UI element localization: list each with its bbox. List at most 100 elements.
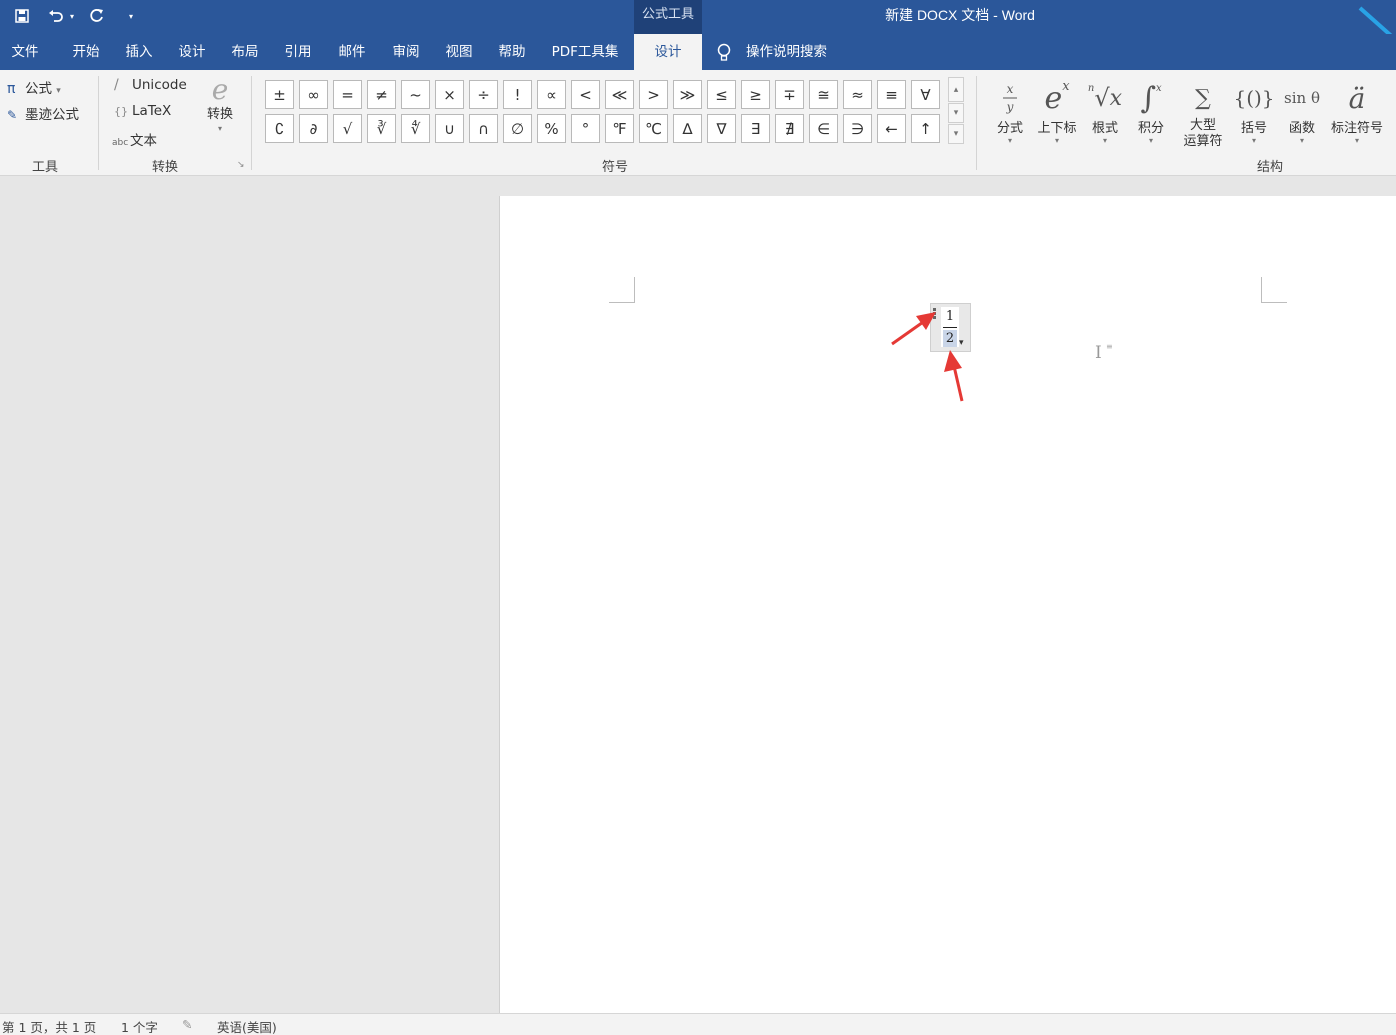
tab-file[interactable]: 文件 — [0, 34, 50, 70]
latex-option[interactable]: {} LaTeX — [114, 103, 171, 119]
tab-help[interactable]: 帮助 — [486, 34, 538, 70]
abc-icon: abc — [112, 138, 129, 148]
symbol-button[interactable]: ∜ — [401, 114, 430, 143]
symbol-button[interactable]: ∁ — [265, 114, 294, 143]
symbol-button[interactable]: ≤ — [707, 80, 736, 109]
convert-icon: e — [211, 73, 229, 106]
function-button[interactable]: sin θ 函数 ▾ — [1277, 76, 1327, 145]
symbol-button[interactable]: ∇ — [707, 114, 736, 143]
symbol-button[interactable]: ↑ — [911, 114, 940, 143]
fraction-label: 分式 — [996, 121, 1023, 136]
fraction-button[interactable]: xy 分式 ▾ — [985, 76, 1035, 145]
dialog-launcher-icon[interactable]: ↘ — [237, 160, 245, 170]
redo-icon[interactable] — [86, 5, 108, 27]
equation-fraction[interactable]: 1 2 — [941, 307, 959, 347]
svg-text:y: y — [1006, 100, 1014, 114]
symbol-button[interactable]: ± — [265, 80, 294, 109]
equation-options-dropdown-icon[interactable]: ▾ — [959, 338, 964, 348]
symbol-button[interactable]: × — [435, 80, 464, 109]
symbols-scroll-down[interactable]: ▾ — [948, 103, 964, 123]
bracket-button[interactable]: {()} 括号 ▾ — [1229, 76, 1279, 145]
symbol-button[interactable]: ∅ — [503, 114, 532, 143]
word-count[interactable]: 1 个字 — [121, 1017, 158, 1035]
symbol-button[interactable]: ∃ — [741, 114, 770, 143]
customize-icon[interactable]: ▾ — [120, 5, 142, 27]
symbol-button[interactable]: ÷ — [469, 80, 498, 109]
chevron-down-icon: ▾ — [1054, 136, 1059, 145]
tab-view[interactable]: 视图 — [433, 34, 485, 70]
convert-label: 转换 — [206, 107, 233, 122]
document-page[interactable]: 1 2 ▾ I ≡ — [499, 196, 1396, 1013]
language-indicator[interactable]: 英语(美国) — [217, 1017, 277, 1035]
symbol-button[interactable]: ℉ — [605, 114, 634, 143]
symbol-button[interactable]: ∂ — [299, 114, 328, 143]
symbol-button[interactable]: ≅ — [809, 80, 838, 109]
symbols-scroll-up[interactable]: ▴ — [948, 77, 964, 102]
tab-references[interactable]: 引用 — [273, 34, 323, 70]
symbol-button[interactable]: ≈ — [843, 80, 872, 109]
symbol-button[interactable]: ∄ — [775, 114, 804, 143]
symbol-button[interactable]: ≡ — [877, 80, 906, 109]
status-bar: 第 1 页，共 1 页 1 个字 ✎ 英语(美国) — [0, 1013, 1396, 1035]
accent-button[interactable]: ä 标注符号 ▾ — [1326, 76, 1388, 145]
convert-button[interactable]: e 转换 ▾ — [200, 73, 240, 134]
page-count[interactable]: 第 1 页，共 1 页 — [2, 1017, 96, 1035]
symbol-button[interactable]: ! — [503, 80, 532, 109]
undo-icon[interactable] — [45, 5, 67, 27]
symbol-button[interactable]: ∝ — [537, 80, 566, 109]
symbol-button[interactable]: ∛ — [367, 114, 396, 143]
symbol-button[interactable]: ° — [571, 114, 600, 143]
symbol-button[interactable]: ∀ — [911, 80, 940, 109]
tab-equation-design[interactable]: 设计 — [634, 34, 702, 70]
script-label: 上下标 — [1037, 121, 1077, 136]
symbol-button[interactable]: > — [639, 80, 668, 109]
pen-icon: ✎ — [7, 108, 18, 122]
paragraph-mark-icon: ≡ — [1106, 342, 1113, 351]
unicode-option[interactable]: / Unicode — [114, 77, 187, 93]
tab-home[interactable]: 开始 — [60, 34, 112, 70]
large-operator-button[interactable]: ∑ 大型 运算符 — [1178, 76, 1228, 150]
symbol-button[interactable]: ℃ — [639, 114, 668, 143]
tab-layout[interactable]: 布局 — [220, 34, 270, 70]
save-icon[interactable] — [11, 5, 33, 27]
tab-insert[interactable]: 插入 — [114, 34, 164, 70]
symbol-button[interactable]: ∈ — [809, 114, 838, 143]
accent-icon: ä — [1348, 81, 1366, 115]
chevron-down-icon: ▾ — [1007, 136, 1012, 145]
fraction-denominator[interactable]: 2 — [943, 330, 957, 347]
symbol-button[interactable]: ∪ — [435, 114, 464, 143]
undo-dropdown-icon[interactable]: ▾ — [65, 5, 79, 27]
symbol-button[interactable]: ≥ — [741, 80, 770, 109]
symbol-button[interactable]: ∓ — [775, 80, 804, 109]
integral-button[interactable]: ∫ x 积分 ▾ — [1126, 76, 1176, 145]
fraction-numerator[interactable]: 1 — [941, 309, 959, 324]
symbol-button[interactable]: ≠ — [367, 80, 396, 109]
tab-review[interactable]: 审阅 — [380, 34, 432, 70]
symbol-button[interactable]: ∋ — [843, 114, 872, 143]
symbol-button[interactable]: < — [571, 80, 600, 109]
equation-button[interactable]: π 公式 ▾ — [7, 77, 61, 97]
symbols-group-label: 符号 — [601, 160, 628, 175]
symbol-button[interactable]: ≫ — [673, 80, 702, 109]
proofing-icon[interactable]: ✎ — [182, 1017, 192, 1032]
symbol-button[interactable]: ~ — [401, 80, 430, 109]
symbol-button[interactable]: = — [333, 80, 362, 109]
symbol-button[interactable]: √ — [333, 114, 362, 143]
radical-button[interactable]: n √ x 根式 ▾ — [1080, 76, 1130, 145]
script-button[interactable]: ex 上下标 ▾ — [1032, 76, 1082, 145]
text-option[interactable]: abc 文本 — [112, 129, 157, 149]
symbol-button[interactable]: ∞ — [299, 80, 328, 109]
tell-me-search[interactable]: 操作说明搜索 — [716, 34, 827, 70]
tab-pdf-tools[interactable]: PDF工具集 — [540, 34, 630, 70]
symbol-button[interactable]: ∆ — [673, 114, 702, 143]
bracket-icon: {()} — [1233, 86, 1275, 110]
symbols-more[interactable]: ▾ — [948, 124, 964, 144]
symbol-button[interactable]: ∩ — [469, 114, 498, 143]
symbol-button[interactable]: % — [537, 114, 566, 143]
function-label: 函数 — [1288, 121, 1315, 136]
ink-equation-button[interactable]: ✎ 墨迹公式 — [7, 103, 79, 123]
symbol-button[interactable]: ← — [877, 114, 906, 143]
tab-mailings[interactable]: 邮件 — [326, 34, 378, 70]
symbol-button[interactable]: ≪ — [605, 80, 634, 109]
tab-design[interactable]: 设计 — [167, 34, 217, 70]
